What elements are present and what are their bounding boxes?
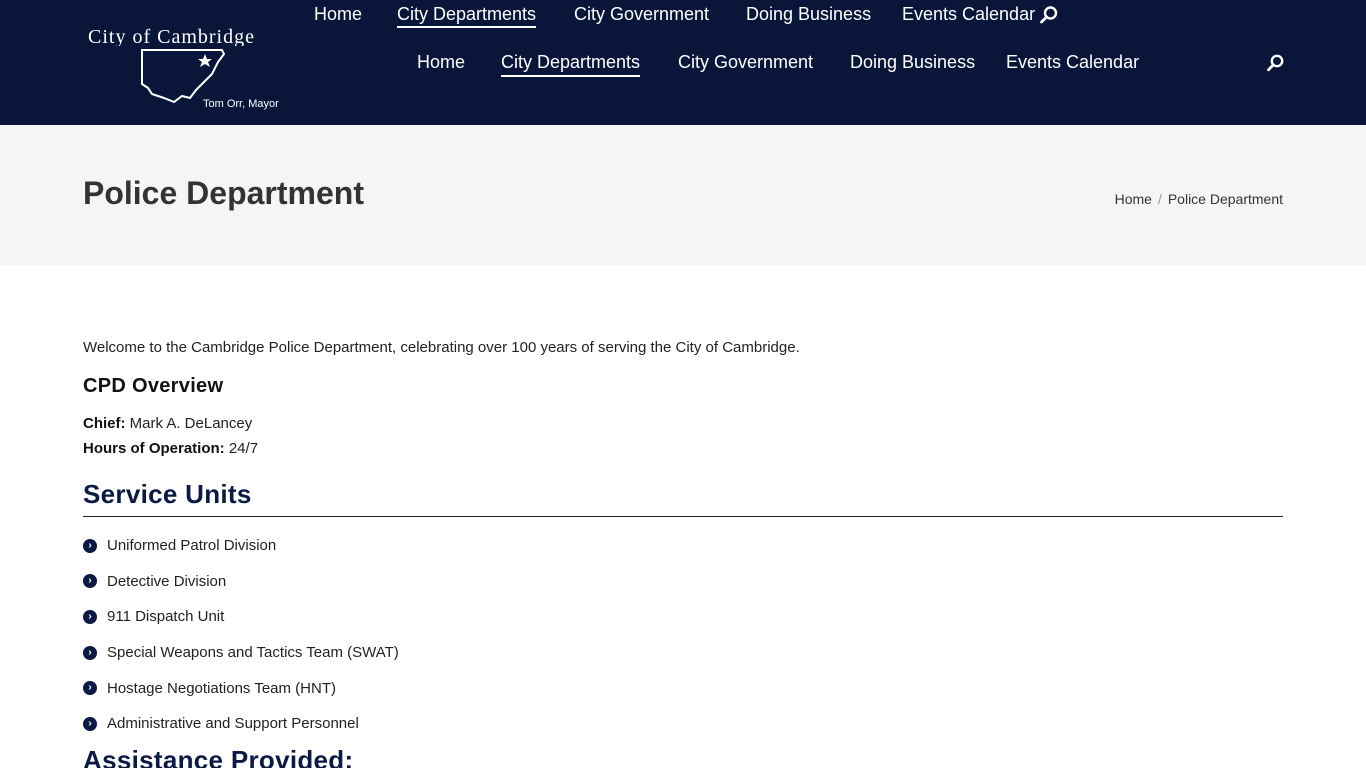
- breadcrumb-current: Police Department: [1167, 191, 1283, 207]
- nav-city-departments[interactable]: City Departments: [501, 52, 641, 77]
- logo-mayor: Tom Orr, Mayor: [203, 98, 279, 110]
- chevron-circle-right-icon: ›: [83, 716, 97, 731]
- chief-line: Chief: Mark A. DeLancey: [83, 415, 252, 432]
- sticky-nav-city-departments[interactable]: City Departments: [397, 4, 537, 28]
- hours-value: 24/7: [228, 440, 259, 457]
- chevron-circle-right-icon: ›: [83, 538, 97, 553]
- city-logo[interactable]: City of Cambridge Tom Orr, Mayor: [86, 26, 286, 116]
- site-header: Home City Departments City Government Do…: [0, 0, 1366, 125]
- chevron-circle-right-icon: ›: [83, 681, 97, 696]
- breadcrumb: Home / Police Department: [1115, 191, 1283, 207]
- chevron-circle-right-icon: ›: [83, 609, 97, 624]
- list-item: › Uniformed Patrol Division: [83, 528, 1283, 564]
- list-item: › Special Weapons and Tactics Team (SWAT): [83, 635, 1283, 671]
- sticky-search-icon[interactable]: [1039, 5, 1059, 25]
- chevron-circle-right-icon: ›: [83, 574, 97, 589]
- nav-events-calendar[interactable]: Events Calendar: [1006, 52, 1139, 73]
- intro-text: Welcome to the Cambridge Police Departme…: [83, 339, 800, 356]
- hours-line: Hours of Operation: 24/7: [83, 440, 258, 457]
- nav-city-government[interactable]: City Government: [678, 52, 813, 73]
- chief-label: Chief:: [83, 415, 126, 432]
- list-item-label: Administrative and Support Personnel: [107, 715, 359, 733]
- list-item-label: Uniformed Patrol Division: [107, 537, 277, 555]
- search-icon[interactable]: [1266, 53, 1286, 73]
- chief-value: Mark A. DeLancey: [129, 415, 253, 432]
- service-units-heading: Service Units: [83, 479, 252, 509]
- list-item: › Administrative and Support Personnel: [83, 706, 1283, 742]
- list-item-label: Special Weapons and Tactics Team (SWAT): [107, 644, 399, 662]
- overview-heading: CPD Overview: [83, 375, 224, 397]
- chevron-circle-right-icon: ›: [83, 645, 97, 660]
- breadcrumb-separator: /: [1157, 191, 1162, 207]
- sticky-nav-home[interactable]: Home: [314, 4, 362, 25]
- list-item-label: 911 Dispatch Unit: [107, 608, 225, 626]
- sticky-nav-doing-business[interactable]: Doing Business: [746, 4, 871, 25]
- nav-home[interactable]: Home: [417, 52, 465, 73]
- list-item-label: Detective Division: [107, 572, 227, 590]
- section-divider: [83, 516, 1283, 517]
- sticky-nav-events-calendar[interactable]: Events Calendar: [902, 4, 1035, 25]
- sticky-nav-city-government[interactable]: City Government: [574, 4, 709, 25]
- page-title-bar: Police Department Home / Police Department: [0, 125, 1366, 265]
- assistance-heading: Assistance Provided:: [83, 745, 354, 768]
- list-item: › 911 Dispatch Unit: [83, 599, 1283, 635]
- hours-label: Hours of Operation:: [83, 440, 225, 457]
- list-item-label: Hostage Negotiations Team (HNT): [107, 679, 336, 697]
- list-item: › Detective Division: [83, 564, 1283, 600]
- list-item: › Hostage Negotiations Team (HNT): [83, 670, 1283, 706]
- nav-doing-business[interactable]: Doing Business: [850, 52, 975, 73]
- page-title: Police Department: [83, 175, 364, 211]
- service-units-list: › Uniformed Patrol Division › Detective Di…: [83, 528, 1283, 742]
- breadcrumb-home[interactable]: Home: [1115, 191, 1152, 207]
